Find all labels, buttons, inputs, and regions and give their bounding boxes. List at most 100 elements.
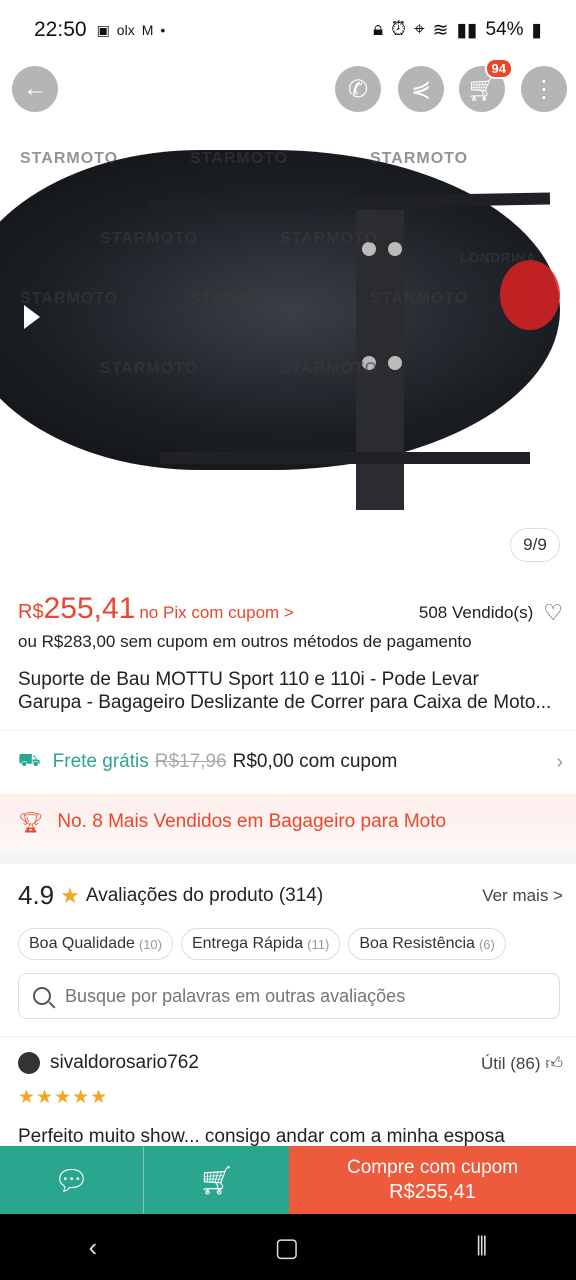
search-icon	[33, 987, 51, 1005]
nav-recents-icon[interactable]: ⦀	[476, 1231, 487, 1263]
watermark: STARMOTO	[190, 150, 289, 167]
divider	[0, 730, 576, 731]
buy-price: R$255,41	[389, 1181, 476, 1203]
alarm-icon: ⏰︎	[391, 19, 406, 40]
star-icon: ★	[60, 882, 80, 908]
cart-badge: 94	[484, 58, 513, 79]
product-title-line: Suporte de Bau MOTTU Sport 110 e 110i - …	[18, 669, 479, 690]
rack-bottom-bar	[160, 452, 530, 464]
heart-icon[interactable]: ♡	[543, 600, 563, 626]
gmail-icon: M	[141, 22, 154, 38]
free-shipping-label: Frete grátis	[52, 751, 149, 772]
tail-light	[500, 260, 560, 330]
cart-button[interactable]: 🛒︎ 94	[459, 58, 513, 112]
tag-count: (11)	[307, 936, 330, 952]
buy-label: Compre com cupom	[346, 1157, 519, 1178]
see-more-reviews-link[interactable]: Ver mais >	[482, 886, 563, 906]
useful-label: Útil (86)	[480, 1053, 541, 1073]
nav-home-icon[interactable]: ▢	[274, 1232, 299, 1263]
old-shipping-price: R$17,96	[154, 751, 227, 772]
tag-label: Entrega Rápida	[191, 935, 304, 952]
watermark: STARMOTO	[100, 360, 199, 377]
play-video-icon[interactable]	[24, 305, 40, 329]
wifi-icon: ≋	[432, 19, 449, 41]
tag-label: Boa Qualidade	[29, 935, 135, 952]
useful-button[interactable]: Útil (86) 👍︎	[481, 1053, 563, 1074]
product-title-line: Garupa - Bagageiro Deslizante de Correr …	[18, 692, 552, 713]
avatar	[18, 1052, 40, 1074]
watermark-sub: LONDRINA	[460, 250, 537, 265]
section-separator	[0, 850, 576, 864]
whatsapp-share-button[interactable]: ✆	[335, 66, 381, 112]
watermark: STARMOTO	[20, 150, 119, 167]
back-button[interactable]: ←	[12, 66, 58, 112]
status-bar: 22:50 ▣ olx M • 🔒︎ ⏰︎ ⌖ ≋ ▮▮ 54% ▮	[0, 0, 576, 60]
notification-icons: ▣ olx M •	[97, 22, 166, 39]
review-author-row: sivaldorosario762 Útil (86) 👍︎	[18, 1052, 563, 1074]
chat-button[interactable]: 💬︎	[0, 1146, 144, 1214]
review-search-box[interactable]	[18, 973, 560, 1019]
lock-icon: 🔒︎	[373, 19, 384, 40]
thumbs-up-icon: 👍︎	[545, 1053, 563, 1073]
review-stars: ★★★★★	[18, 1087, 109, 1108]
image-counter: 9/9	[510, 528, 560, 562]
bestseller-text: No. 8 Mais Vendidos em Bagageiro para Mo…	[57, 811, 447, 832]
truck-icon: ⛟	[18, 750, 41, 770]
reviews-header: 4.9 ★ Avaliações do produto (314) Ver ma…	[18, 880, 563, 911]
chat-icon: 💬︎	[53, 1164, 90, 1196]
chevron-right-icon: ›	[556, 750, 563, 773]
rating-score: 4.9	[18, 880, 55, 910]
sold-label: 508 Vendido(s)	[418, 603, 534, 622]
pix-coupon-link[interactable]: no Pix com cupom >	[139, 603, 294, 623]
watermark: STARMOTO	[370, 150, 469, 167]
arrow-left-icon: ←	[23, 75, 47, 102]
price-value: 255,41	[43, 592, 136, 625]
watermark: STARMOTO	[280, 230, 379, 247]
price-row: R$ 255,41 no Pix com cupom > 508 Vendido…	[18, 592, 563, 626]
divider	[0, 1036, 576, 1037]
image-icon: ▣	[96, 21, 110, 38]
shipping-coupon-text: R$0,00 com cupom	[232, 751, 398, 772]
reviews-label: Avaliações do produto (314)	[85, 884, 324, 906]
bestseller-banner[interactable]: 🏆︎ No. 8 Mais Vendidos em Bagageiro para…	[0, 794, 576, 850]
bottom-action-bar: 💬︎ 🛒︎ Compre com cupom R$255,41	[0, 1146, 576, 1214]
whatsapp-icon: ✆	[347, 75, 369, 103]
share-icon: ⋞	[410, 75, 432, 103]
tag-label: Boa Resistência	[359, 935, 475, 952]
cart-plus-icon: 🛒︎	[198, 1164, 235, 1196]
review-tag[interactable]: Boa Qualidade (10)	[18, 928, 173, 960]
watermark: STARMOTO	[280, 360, 379, 377]
shipping-row[interactable]: ⛟ Frete grátis R$17,96 R$0,00 com cupom …	[18, 746, 563, 778]
review-tag[interactable]: Entrega Rápida (11)	[180, 928, 341, 960]
review-search-input[interactable]	[65, 985, 535, 1007]
more-vertical-icon: ⋮	[532, 75, 556, 103]
nav-back-icon[interactable]: ‹	[89, 1232, 98, 1263]
sold-count: 508 Vendido(s) ♡	[419, 600, 563, 626]
tag-count: (10)	[138, 936, 162, 952]
review-tag[interactable]: Boa Resistência (6)	[348, 928, 506, 960]
system-navigation-bar: ‹ ▢ ⦀	[0, 1214, 576, 1280]
watermark: STARMOTO	[100, 230, 199, 247]
more-options-button[interactable]: ⋮	[521, 66, 567, 112]
price-alternative: ou R$283,00 sem cupom em outros métodos …	[18, 632, 472, 651]
buy-with-coupon-button[interactable]: Compre com cupom R$255,41	[289, 1146, 576, 1214]
review-text: Perfeito muito show... consigo andar com…	[18, 1126, 505, 1147]
add-to-cart-button[interactable]: 🛒︎	[144, 1146, 289, 1214]
olx-icon: olx	[116, 22, 135, 38]
battery-icon: ▮	[531, 19, 542, 41]
watermark: STARMOTO	[370, 290, 469, 307]
share-button[interactable]: ⋞	[398, 66, 444, 112]
status-time: 22:50	[34, 18, 87, 41]
review-tags: Boa Qualidade (10) Entrega Rápida (11) B…	[18, 928, 506, 960]
bolt	[388, 242, 402, 256]
tag-count: (6)	[478, 936, 495, 952]
battery-percent: 54%	[485, 19, 524, 40]
dot-icon: •	[160, 22, 166, 38]
system-icons: 🔒︎ ⏰︎ ⌖ ≋ ▮▮ 54% ▮	[373, 19, 542, 42]
product-image-gallery[interactable]: STARMOTO STARMOTO STARMOTO STARMOTO STAR…	[0, 60, 576, 580]
price-currency: R$	[18, 601, 44, 623]
product-title: Suporte de Bau MOTTU Sport 110 e 110i - …	[18, 668, 563, 714]
watermark: STARMOTO	[190, 290, 289, 307]
bolt	[388, 356, 402, 370]
location-icon: ⌖	[413, 19, 425, 40]
